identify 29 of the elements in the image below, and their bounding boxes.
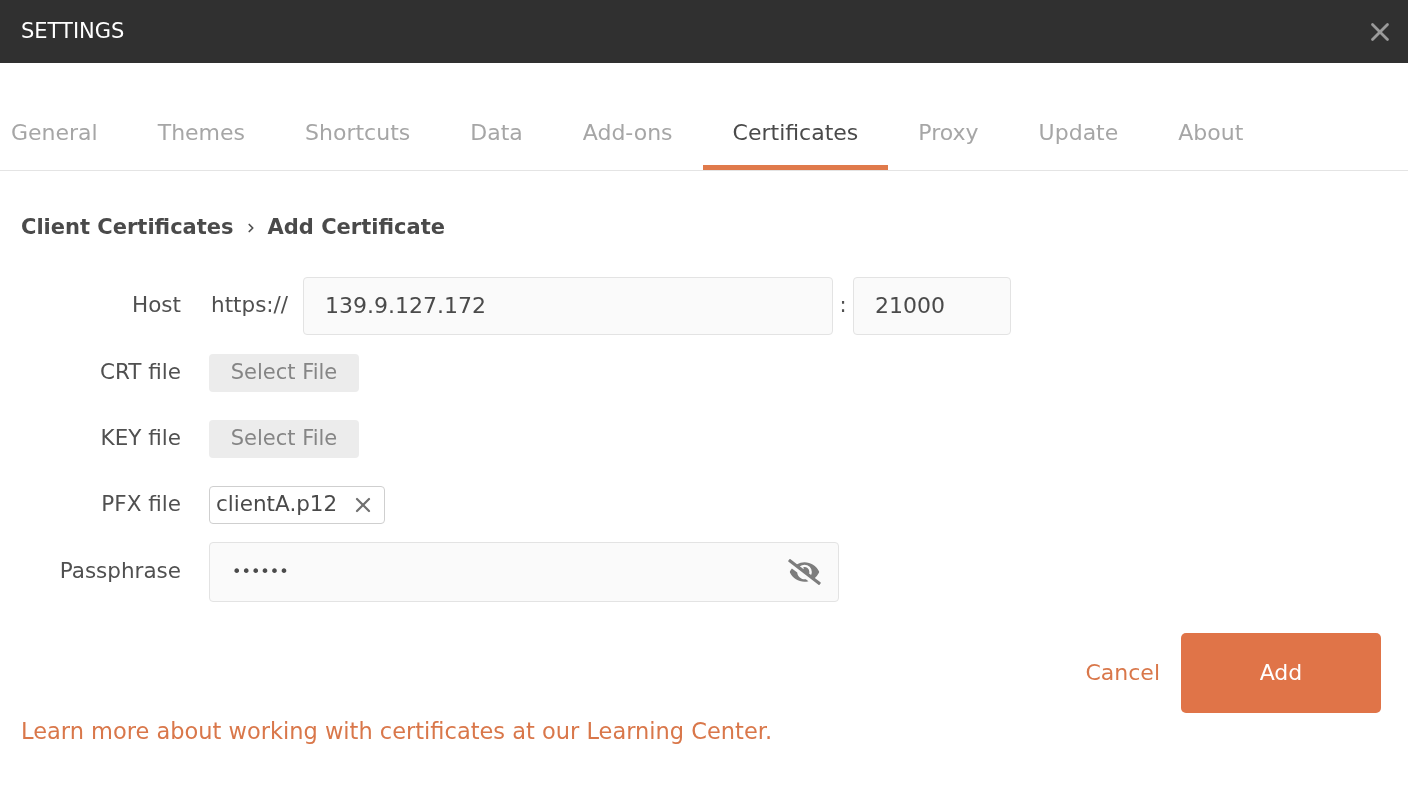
tab[interactable]: Themes	[127, 97, 276, 170]
cancel-button[interactable]: Cancel	[1085, 656, 1160, 689]
select-file-button[interactable]: Select File	[209, 353, 359, 392]
url-prefix: https://	[211, 291, 290, 320]
window-title: SETTINGS	[21, 17, 125, 45]
port-field[interactable]: 21000	[853, 276, 1011, 335]
tab[interactable]: Data	[440, 97, 553, 170]
field-label: Host	[131, 291, 181, 320]
field-label: Passphrase	[58, 557, 181, 586]
tab[interactable]: About	[1148, 97, 1274, 170]
file-name: clientA.p12	[216, 490, 338, 519]
learning-center-link[interactable]: Learn more about working with certificates at our Learning Center.	[21, 717, 773, 744]
tab[interactable]: Certificates	[702, 97, 889, 170]
eye-slash-icon[interactable]	[788, 558, 821, 585]
passphrase-field[interactable]: ••••••	[209, 541, 839, 602]
tab[interactable]: General	[0, 97, 128, 170]
tab[interactable]: Shortcuts	[275, 97, 441, 170]
tab[interactable]: Add-ons	[552, 97, 703, 170]
field-label: PFX file	[100, 490, 181, 519]
port-separator: :	[838, 291, 848, 319]
add-button[interactable]: Add	[1181, 632, 1381, 713]
host-field[interactable]: 139.9.127.172	[303, 276, 833, 335]
select-file-button[interactable]: Select File	[209, 419, 359, 458]
field-label: KEY file	[99, 424, 181, 453]
tab[interactable]: Update	[1008, 97, 1149, 170]
tab[interactable]: Proxy	[888, 97, 1009, 170]
breadcrumb-current: Add Certificate	[267, 214, 445, 241]
field-label: CRT file	[98, 358, 181, 387]
breadcrumb-link[interactable]: Client Certificates	[21, 212, 234, 244]
